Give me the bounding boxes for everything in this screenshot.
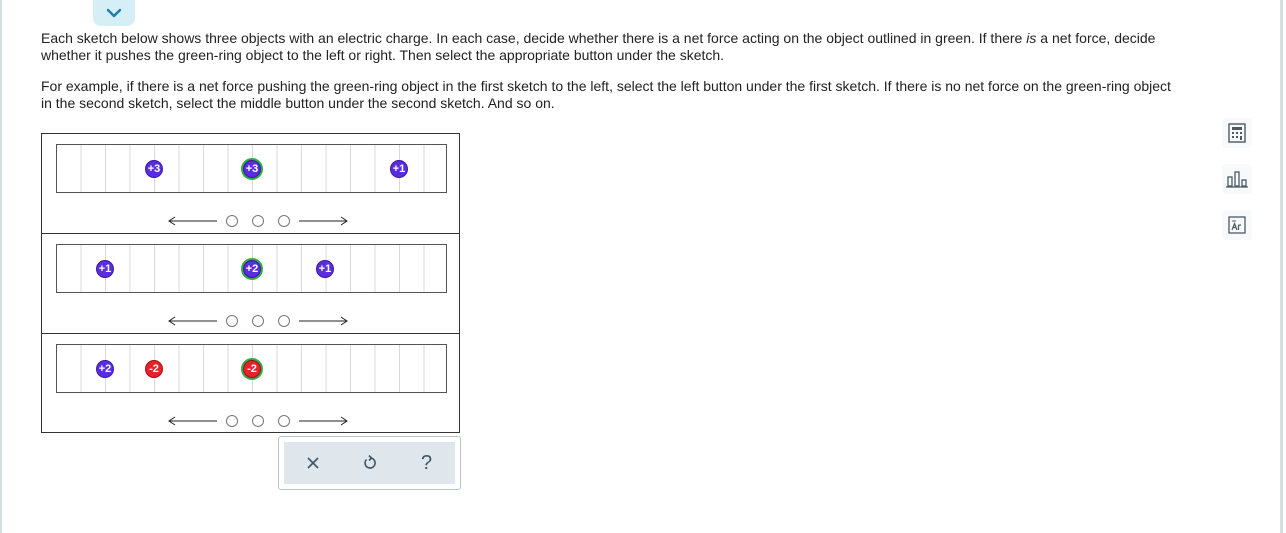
calculator-icon	[1228, 123, 1246, 143]
undo-icon	[363, 455, 376, 469]
chart-icon	[1226, 171, 1248, 188]
periodic-table-button[interactable]	[1222, 210, 1252, 240]
instructions-paragraph-1: Each sketch below shows three objects wi…	[41, 30, 1156, 63]
force-choice-row	[167, 211, 349, 231]
left-arrow-icon	[168, 316, 217, 326]
side-toolbar	[1222, 118, 1252, 256]
sketch-3: +2 -2 -2	[42, 334, 459, 432]
collapse-toggle[interactable]	[93, 0, 135, 26]
sketch-panel: +3 +3 +1 +1 +2 +1 +2 -2 -2	[41, 133, 460, 433]
force-right-radio[interactable]	[278, 415, 290, 427]
calculator-button[interactable]	[1222, 118, 1252, 148]
right-arrow-icon	[299, 216, 348, 226]
sketch-2: +1 +2 +1	[42, 234, 459, 334]
force-choice-row	[167, 311, 349, 331]
charge-object: +1	[96, 260, 114, 278]
help-button[interactable]: ?	[407, 448, 447, 478]
charge-object: +2	[96, 360, 114, 378]
chevron-down-icon	[106, 8, 122, 18]
sketch-1: +3 +3 +1	[42, 134, 459, 234]
instructions-paragraph-2: For example, if there is a net force pus…	[41, 78, 1171, 111]
x-icon	[306, 457, 319, 469]
force-left-radio[interactable]	[226, 415, 238, 427]
target-charge-object: +2	[243, 260, 261, 278]
left-arrow-icon	[168, 416, 217, 426]
no-force-radio[interactable]	[252, 315, 264, 327]
force-choice-row	[167, 411, 349, 431]
instructions: Each sketch below shows three objects wi…	[41, 30, 1181, 126]
data-chart-button[interactable]	[1222, 164, 1252, 194]
left-arrow-icon	[168, 216, 217, 226]
sketch-ruler: +3 +3 +1	[56, 144, 447, 193]
sketch-ruler: +2 -2 -2	[56, 344, 447, 393]
target-charge-object: -2	[243, 360, 261, 378]
force-right-radio[interactable]	[278, 315, 290, 327]
force-left-radio[interactable]	[226, 215, 238, 227]
periodic-table-icon	[1228, 216, 1246, 234]
answer-toolbar-inner: ?	[284, 442, 455, 484]
force-right-radio[interactable]	[278, 215, 290, 227]
target-charge-object: +3	[243, 160, 261, 178]
sketch-ruler: +1 +2 +1	[56, 244, 447, 293]
charge-object: +1	[390, 160, 408, 178]
charge-object: -2	[145, 360, 163, 378]
charge-object: +1	[316, 260, 334, 278]
right-arrow-icon	[299, 316, 348, 326]
right-arrow-icon	[299, 416, 348, 426]
no-force-radio[interactable]	[252, 215, 264, 227]
no-force-radio[interactable]	[252, 415, 264, 427]
clear-button[interactable]	[293, 448, 333, 478]
undo-button[interactable]	[350, 448, 390, 478]
charge-object: +3	[145, 160, 163, 178]
force-left-radio[interactable]	[226, 315, 238, 327]
answer-toolbar: ?	[278, 436, 461, 490]
